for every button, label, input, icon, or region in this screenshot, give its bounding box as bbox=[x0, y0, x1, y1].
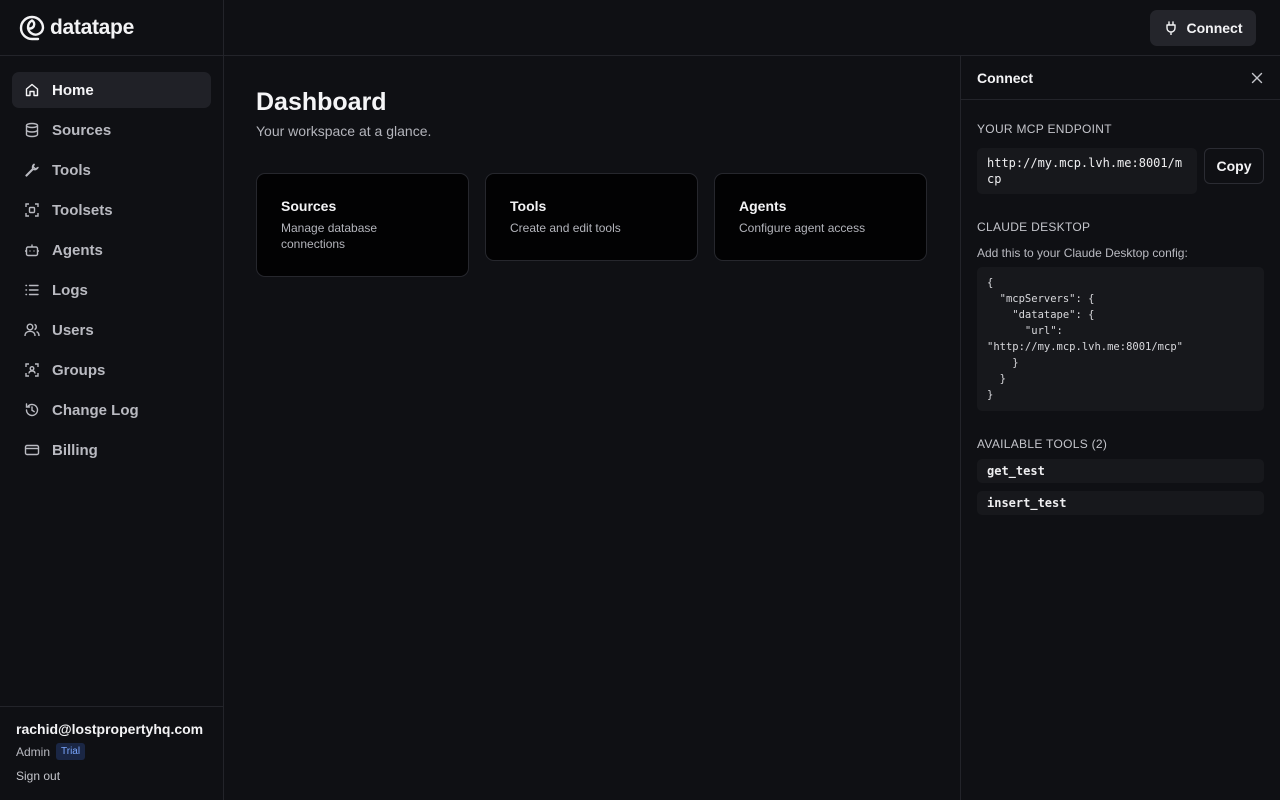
sidebar-nav: Home Sources Tools Toolsets Agents Logs … bbox=[0, 56, 223, 468]
sign-out-link[interactable]: Sign out bbox=[16, 769, 60, 783]
toolset-icon bbox=[24, 202, 40, 218]
sidebar-item-label: Users bbox=[52, 321, 94, 339]
sidebar-item-sources[interactable]: Sources bbox=[12, 112, 211, 148]
app-logo[interactable]: datatape bbox=[0, 0, 223, 56]
sidebar-item-groups[interactable]: Groups bbox=[12, 352, 211, 388]
sidebar-item-label: Change Log bbox=[52, 401, 139, 419]
tool-item: get_test bbox=[977, 459, 1264, 483]
sidebar-item-label: Billing bbox=[52, 441, 98, 459]
card-description: Create and edit tools bbox=[510, 221, 621, 235]
user-role: Admin bbox=[16, 744, 51, 759]
config-code-block[interactable]: { "mcpServers": { "datatape": { "url": "… bbox=[977, 267, 1264, 411]
sidebar: datatape Home Sources Tools Toolsets Age… bbox=[0, 0, 224, 800]
panel-title: Connect bbox=[977, 69, 1033, 86]
credit-card-icon bbox=[24, 442, 40, 458]
card-title: Tools bbox=[510, 198, 547, 214]
bot-icon bbox=[24, 242, 40, 258]
card-description: Manage database connections bbox=[281, 221, 378, 251]
sidebar-item-label: Groups bbox=[52, 361, 106, 379]
endpoint-row: http://my.mcp.lvh.me:8001/mcp Copy bbox=[977, 148, 1264, 194]
app-name: datatape bbox=[50, 15, 134, 39]
sidebar-item-logs[interactable]: Logs bbox=[12, 272, 211, 308]
sidebar-item-agents[interactable]: Agents bbox=[12, 232, 211, 268]
sidebar-item-label: Logs bbox=[52, 281, 88, 299]
panel-body: YOUR MCP ENDPOINT http://my.mcp.lvh.me:8… bbox=[961, 122, 1280, 515]
database-icon bbox=[24, 122, 40, 138]
user-email: rachid@lostpropertyhq.com bbox=[16, 721, 204, 737]
home-icon bbox=[24, 82, 40, 98]
sidebar-item-label: Toolsets bbox=[52, 201, 113, 219]
connect-panel: Connect YOUR MCP ENDPOINT http://my.mcp.… bbox=[960, 56, 1280, 800]
page-title: Dashboard bbox=[256, 88, 387, 116]
card-description: Configure agent access bbox=[739, 221, 866, 235]
user-panel: rachid@lostpropertyhq.com Admin Trial Si… bbox=[0, 706, 223, 800]
sidebar-item-label: Sources bbox=[52, 121, 112, 139]
sidebar-item-label: Tools bbox=[52, 161, 91, 179]
card-agents[interactable]: Agents Configure agent access bbox=[714, 173, 927, 261]
sidebar-item-billing[interactable]: Billing bbox=[12, 432, 211, 468]
close-icon[interactable] bbox=[1250, 71, 1264, 85]
sidebar-item-home[interactable]: Home bbox=[12, 72, 211, 108]
panel-header: Connect bbox=[961, 56, 1280, 100]
list-icon bbox=[24, 282, 40, 298]
history-icon bbox=[24, 402, 40, 418]
sidebar-item-users[interactable]: Users bbox=[12, 312, 211, 348]
config-hint: Add this to your Claude Desktop config: bbox=[977, 246, 1188, 260]
endpoint-label: YOUR MCP ENDPOINT bbox=[977, 122, 1112, 136]
datatape-logo-icon bbox=[19, 15, 45, 40]
dashboard-cards: Sources Manage database connections Tool… bbox=[256, 173, 928, 277]
top-bar: Connect bbox=[224, 0, 1280, 56]
connect-button-label: Connect bbox=[1186, 20, 1243, 36]
sidebar-item-toolsets[interactable]: Toolsets bbox=[12, 192, 211, 228]
sidebar-item-tools[interactable]: Tools bbox=[12, 152, 211, 188]
claude-desktop-label: CLAUDE DESKTOP bbox=[977, 220, 1091, 234]
main-content: Dashboard Your workspace at a glance. So… bbox=[224, 56, 960, 800]
wrench-icon bbox=[24, 162, 40, 178]
role-row: Admin Trial bbox=[16, 743, 207, 760]
tool-item: insert_test bbox=[977, 491, 1264, 515]
sidebar-item-label: Agents bbox=[52, 241, 103, 259]
card-title: Sources bbox=[281, 198, 337, 214]
card-title: Agents bbox=[739, 198, 787, 214]
sidebar-item-change-log[interactable]: Change Log bbox=[12, 392, 211, 428]
available-tools-label: AVAILABLE TOOLS (2) bbox=[977, 437, 1108, 451]
group-icon bbox=[24, 362, 40, 378]
card-tools[interactable]: Tools Create and edit tools bbox=[485, 173, 698, 261]
endpoint-url[interactable]: http://my.mcp.lvh.me:8001/mcp bbox=[977, 148, 1197, 194]
plan-badge: Trial bbox=[56, 743, 86, 760]
page-subtitle: Your workspace at a glance. bbox=[256, 123, 432, 139]
plug-icon bbox=[1165, 21, 1176, 35]
copy-button[interactable]: Copy bbox=[1204, 148, 1264, 184]
connect-button[interactable]: Connect bbox=[1150, 10, 1256, 46]
users-icon bbox=[24, 322, 40, 338]
sidebar-item-label: Home bbox=[52, 81, 94, 99]
card-sources[interactable]: Sources Manage database connections bbox=[256, 173, 469, 277]
